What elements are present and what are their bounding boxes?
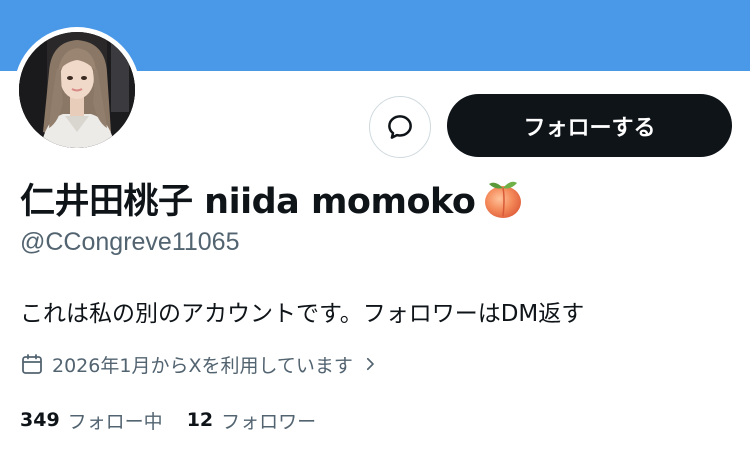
followers-label: フォロワー — [221, 410, 317, 433]
joined-text: 2026年1月からXを利用しています — [52, 354, 353, 377]
avatar-frame — [14, 27, 140, 153]
avatar-photo — [19, 32, 135, 148]
following-link[interactable]: 349 フォロー中 — [20, 407, 163, 434]
follow-button[interactable]: フォローする — [447, 94, 732, 157]
display-name-row: 仁井田桃子 niida momoko — [20, 170, 525, 226]
followers-link[interactable]: 12 フォロワー — [187, 407, 316, 434]
followers-count: 12 — [186, 409, 214, 431]
profile-handle: @CCongreve11065 — [20, 228, 240, 256]
follow-button-label: フォローする — [523, 115, 656, 141]
joined-date[interactable]: 2026年1月からXを利用しています — [20, 349, 379, 379]
calendar-icon — [22, 354, 42, 374]
follow-stats: 349 フォロー中 12 フォロワー — [20, 403, 316, 437]
chevron-right-icon — [366, 357, 374, 371]
avatar[interactable] — [19, 32, 135, 148]
profile-page: フォローする 仁井田桃子 niida momoko @CCongreve1106… — [0, 0, 750, 471]
display-name: 仁井田桃子 niida momoko — [20, 181, 476, 222]
message-icon — [388, 115, 412, 139]
peach-icon — [485, 181, 522, 218]
following-label: フォロー中 — [67, 410, 163, 433]
message-button[interactable] — [369, 96, 431, 158]
profile-bio: これは私の別のアカウントです。フォロワーはDM返す — [20, 301, 585, 327]
following-count: 349 — [20, 409, 60, 431]
